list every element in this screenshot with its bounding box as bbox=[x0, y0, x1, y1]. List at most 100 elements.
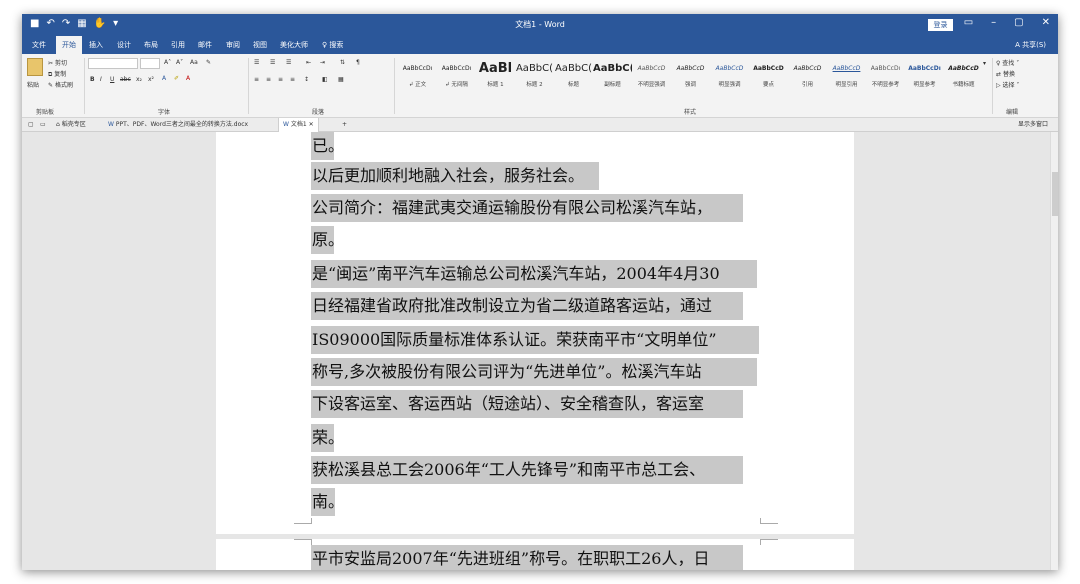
styles-more-icon[interactable]: ▾ bbox=[983, 60, 986, 67]
underline-button[interactable]: U bbox=[110, 76, 114, 83]
text-line[interactable]: 获松溪县总工会2006年“工人先锋号”和南平市总工会、 bbox=[311, 456, 743, 484]
style-heading-2[interactable]: AaBbC(标题 2 bbox=[515, 58, 554, 102]
divider bbox=[84, 58, 85, 114]
style-intense-reference[interactable]: AaBbCcDı 明显参考 bbox=[905, 58, 944, 102]
tab-docer[interactable]: ⌂ 稻壳专区 bbox=[56, 118, 86, 132]
scrollbar-thumb[interactable] bbox=[1052, 172, 1058, 216]
style-emphasis[interactable]: AaBbCcD 强调 bbox=[671, 58, 710, 102]
style-subtitle[interactable]: AaBbC(副标题 bbox=[593, 58, 632, 102]
style-intense-emphasis[interactable]: AaBbCcD 明显强调 bbox=[710, 58, 749, 102]
window-controls: ▭ – ▢ ✕ bbox=[964, 17, 1050, 28]
select-button[interactable]: ▷ 选择 ˅ bbox=[996, 80, 1019, 89]
text-line[interactable]: 日经福建省政府批准改制设立为省二级道路客运站，通过 bbox=[311, 292, 743, 320]
vertical-scrollbar[interactable] bbox=[1050, 132, 1058, 570]
align-center-icon[interactable]: ≡ bbox=[266, 76, 271, 83]
superscript-button[interactable]: x² bbox=[148, 76, 154, 83]
format-painter-button[interactable]: ✎ 格式刷 bbox=[48, 80, 73, 89]
subscript-button[interactable]: x₂ bbox=[136, 76, 142, 83]
tab-view[interactable]: 视图 bbox=[253, 40, 267, 50]
shading-icon[interactable]: ◧ bbox=[322, 76, 328, 83]
style-subtle-emphasis[interactable]: AaBbCcD 不明显强调 bbox=[632, 58, 671, 102]
text-line[interactable]: 是“闽运”南平汽车运输总公司松溪汽车站，2004年4月30 bbox=[311, 260, 757, 288]
login-button[interactable]: 登录 bbox=[928, 19, 953, 31]
crop-mark bbox=[294, 539, 312, 545]
paragraph-group-label: 段落 bbox=[312, 109, 325, 116]
multilevel-list-icon[interactable]: ☰ bbox=[286, 59, 291, 66]
sort-icon[interactable]: ⇅ bbox=[340, 59, 345, 66]
font-size-box[interactable] bbox=[140, 58, 160, 69]
borders-icon[interactable]: ▦ bbox=[338, 76, 344, 83]
style-quote[interactable]: AaBbCcD 引用 bbox=[788, 58, 827, 102]
style-no-spacing[interactable]: AaBbCcDı ↲ 无间隔 bbox=[437, 58, 476, 102]
bullets-icon[interactable]: ☰ bbox=[254, 59, 259, 66]
tab-design[interactable]: 设计 bbox=[117, 40, 131, 50]
folder-icon[interactable]: ▭ bbox=[40, 118, 46, 132]
line-spacing-icon[interactable]: ↕ bbox=[304, 76, 309, 83]
close-icon[interactable]: ✕ bbox=[1042, 17, 1050, 28]
style-book-title[interactable]: AaBbCcD 书籍标题 bbox=[944, 58, 983, 102]
change-case-button[interactable]: Aa bbox=[190, 59, 198, 66]
tab-mailings[interactable]: 邮件 bbox=[198, 40, 212, 50]
tab-beautify[interactable]: 美化大师 bbox=[280, 40, 308, 50]
increase-indent-icon[interactable]: ⇥ bbox=[320, 59, 325, 66]
grow-font-button[interactable]: A˄ bbox=[164, 59, 171, 66]
show-marks-icon[interactable]: ¶ bbox=[356, 59, 360, 66]
align-right-icon[interactable]: ≡ bbox=[278, 76, 283, 83]
font-color-icon[interactable]: A bbox=[186, 75, 190, 82]
style-normal[interactable]: AaBbCcDı ↲ 正文 bbox=[398, 58, 437, 102]
text-effects-icon[interactable]: A bbox=[162, 75, 166, 82]
text-line[interactable]: 荣。 bbox=[311, 424, 344, 452]
ribbon-display-icon[interactable]: ▭ bbox=[964, 17, 973, 28]
cut-button[interactable]: ✂ 剪切 bbox=[48, 58, 67, 67]
tab-insert[interactable]: 插入 bbox=[89, 40, 103, 50]
text-line[interactable]: 称号,多次被股份有限公司评为“先进单位”。松溪汽车站 bbox=[311, 358, 757, 386]
tab-references[interactable]: 引用 bbox=[171, 40, 185, 50]
tab-file[interactable]: 文件 bbox=[32, 40, 46, 50]
menu-bar: 文件 开始 插入 设计 布局 引用 邮件 审阅 视图 美化大师 ♀ 搜索 A 共… bbox=[22, 36, 1058, 54]
tab-document1[interactable]: W 文档1 ✕ bbox=[278, 118, 319, 132]
text-line[interactable]: 南。 bbox=[311, 488, 344, 516]
font-name-box[interactable] bbox=[88, 58, 138, 69]
tab-review[interactable]: 审阅 bbox=[226, 40, 240, 50]
numbering-icon[interactable]: ☰ bbox=[270, 59, 275, 66]
paste-icon[interactable] bbox=[27, 58, 43, 76]
italic-button[interactable]: I bbox=[100, 76, 102, 83]
replace-button[interactable]: ⇄ 替换 bbox=[996, 69, 1015, 78]
style-subtle-reference[interactable]: AaBbCcDı 不明显参考 bbox=[866, 58, 905, 102]
tell-me-search[interactable]: ♀ 搜索 bbox=[322, 40, 343, 50]
strikethrough-button[interactable]: abc bbox=[120, 76, 131, 83]
new-doc-icon[interactable]: ▢ bbox=[28, 118, 34, 132]
share-button[interactable]: A 共享(S) bbox=[1015, 40, 1046, 50]
tab-conversion-doc[interactable]: W PPT、PDF、Word三者之间最全的转换方法.docx bbox=[108, 118, 248, 132]
style-intense-quote[interactable]: AaBbCcD 明显引用 bbox=[827, 58, 866, 102]
justify-icon[interactable]: ≡ bbox=[290, 76, 295, 83]
bold-button[interactable]: B bbox=[90, 76, 95, 83]
text-line[interactable]: IS09000国际质量标准体系认证。荣获南平市“文明单位” bbox=[311, 326, 759, 354]
style-title[interactable]: AaBbC(标题 bbox=[554, 58, 593, 102]
text-line[interactable]: 以后更加顺利地融入社会，服务社会。 bbox=[311, 162, 599, 190]
text-line[interactable]: 原。 bbox=[311, 226, 344, 254]
minimize-icon[interactable]: – bbox=[991, 17, 996, 28]
copy-button[interactable]: ⧉ 复制 bbox=[48, 69, 66, 79]
style-strong[interactable]: AaBbCcD 要点 bbox=[749, 58, 788, 102]
text-line[interactable]: 平市安监局2007年“先进班组”称号。在职职工26人，日 bbox=[311, 545, 743, 570]
shrink-font-button[interactable]: A˅ bbox=[176, 59, 183, 66]
style-heading-1[interactable]: AaBl 标题 1 bbox=[476, 58, 515, 102]
text-line[interactable]: 下设客运室、客运西站（短途站）、安全稽查队，客运室 bbox=[311, 390, 743, 418]
text-line[interactable]: 公司简介：福建武夷交通运输股份有限公司松溪汽车站， bbox=[311, 194, 743, 222]
show-multi-window-button[interactable]: 显示多窗口 bbox=[1018, 118, 1048, 132]
clear-format-button[interactable]: ✎ bbox=[206, 59, 211, 66]
text-line[interactable]: 已。 bbox=[311, 132, 344, 160]
tab-home[interactable]: 开始 bbox=[56, 36, 82, 54]
document-page-2[interactable]: 平市安监局2007年“先进班组”称号。在职职工26人，日 bbox=[216, 539, 854, 570]
tab-layout[interactable]: 布局 bbox=[144, 40, 158, 50]
decrease-indent-icon[interactable]: ⇤ bbox=[306, 59, 311, 66]
maximize-icon[interactable]: ▢ bbox=[1014, 17, 1023, 28]
find-button[interactable]: ♀ 查找 ˅ bbox=[996, 58, 1019, 67]
new-tab-icon[interactable]: + bbox=[342, 118, 347, 132]
document-page[interactable]: 已。 以后更加顺利地融入社会，服务社会。 公司简介：福建武夷交通运输股份有限公司… bbox=[216, 132, 854, 534]
paste-button[interactable]: 粘贴 bbox=[27, 80, 39, 89]
highlight-icon[interactable]: ✐ bbox=[174, 75, 179, 82]
close-tab-icon[interactable]: ✕ bbox=[309, 121, 314, 128]
align-left-icon[interactable]: ≡ bbox=[254, 76, 259, 83]
